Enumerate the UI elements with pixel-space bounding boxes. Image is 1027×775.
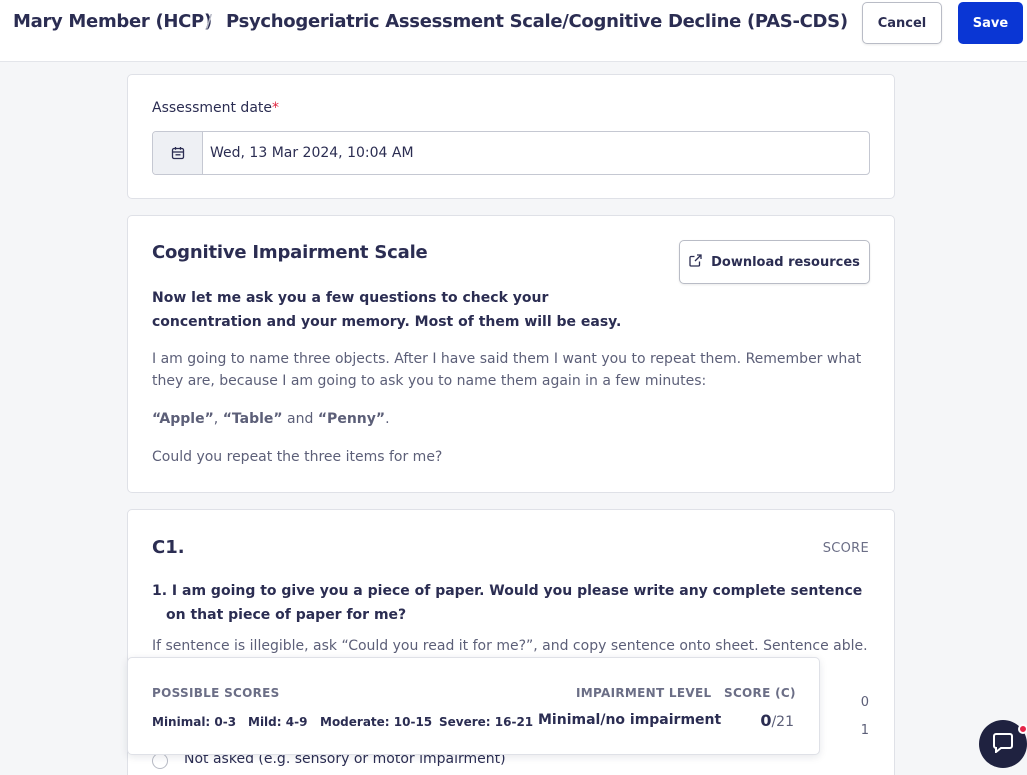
c1-question: 1. I am going to give you a piece of pap… bbox=[152, 583, 863, 623]
option-score: 0 bbox=[860, 695, 869, 710]
score-current: 0 bbox=[760, 711, 772, 730]
download-resources-button[interactable]: Download resources bbox=[679, 240, 870, 284]
calendar-icon[interactable] bbox=[153, 132, 203, 174]
section-title: Cognitive Impairment Scale bbox=[152, 242, 428, 263]
range-minimal: Minimal: 0-3 bbox=[152, 715, 237, 729]
score-header: SCORE (C) bbox=[724, 686, 796, 700]
objects-and: and bbox=[282, 411, 318, 427]
cancel-button[interactable]: Cancel bbox=[862, 2, 942, 44]
required-marker: * bbox=[272, 100, 279, 116]
range-mild: Mild: 4-9 bbox=[248, 715, 308, 729]
object-table: “Table” bbox=[222, 411, 283, 427]
c1-instruction: If sentence is illegible, ask “Could you… bbox=[152, 638, 868, 654]
app-header: Mary Member (HCP) / Psychogeriatric Asse… bbox=[0, 0, 1027, 62]
repeat-question: Could you repeat the three items for me? bbox=[152, 449, 443, 465]
save-button[interactable]: Save bbox=[958, 2, 1023, 44]
score-total: /21 bbox=[771, 714, 794, 730]
option-score: 1 bbox=[860, 723, 869, 738]
assessment-date-label-text: Assessment date bbox=[152, 100, 272, 116]
chat-bubble-icon bbox=[992, 731, 1014, 757]
instructions-text: I am going to name three objects. After … bbox=[152, 351, 862, 389]
external-link-icon bbox=[689, 253, 702, 271]
objects-list: “Apple”, “Table” and “Penny”. bbox=[152, 408, 872, 430]
objects-comma: , bbox=[213, 411, 223, 427]
breadcrumb-patient[interactable]: Mary Member (HCP) bbox=[13, 11, 212, 32]
intro-text: Now let me ask you a few questions to ch… bbox=[152, 290, 622, 330]
object-apple: “Apple” bbox=[152, 411, 214, 427]
assessment-date-input[interactable] bbox=[203, 132, 869, 174]
notification-dot bbox=[1018, 724, 1027, 734]
impairment-level-header: IMPAIRMENT LEVEL bbox=[576, 686, 712, 700]
assessment-date-field[interactable] bbox=[152, 131, 870, 175]
object-penny: “Penny” bbox=[317, 411, 386, 427]
score-value: 0/21 bbox=[760, 711, 794, 730]
page-title: Psychogeriatric Assessment Scale/Cogniti… bbox=[226, 11, 848, 32]
c1-title: C1. bbox=[152, 537, 185, 558]
assessment-date-card: Assessment date* bbox=[127, 74, 895, 199]
range-moderate: Moderate: 10-15 bbox=[320, 715, 433, 729]
objects-period: . bbox=[385, 411, 390, 427]
impairment-level-value: Minimal/no impairment bbox=[538, 712, 722, 728]
not-asked-radio[interactable] bbox=[152, 753, 168, 769]
score-column-header: SCORE bbox=[822, 541, 869, 556]
breadcrumb-separator: / bbox=[206, 11, 213, 32]
download-resources-label: Download resources bbox=[711, 254, 860, 270]
range-severe: Severe: 16-21 bbox=[439, 715, 534, 729]
cognitive-impairment-card: Cognitive Impairment Scale Download reso… bbox=[127, 215, 895, 493]
assessment-date-label: Assessment date* bbox=[152, 100, 279, 116]
scores-summary-panel: POSSIBLE SCORES IMPAIRMENT LEVEL SCORE (… bbox=[127, 657, 820, 755]
possible-scores-header: POSSIBLE SCORES bbox=[152, 686, 280, 700]
